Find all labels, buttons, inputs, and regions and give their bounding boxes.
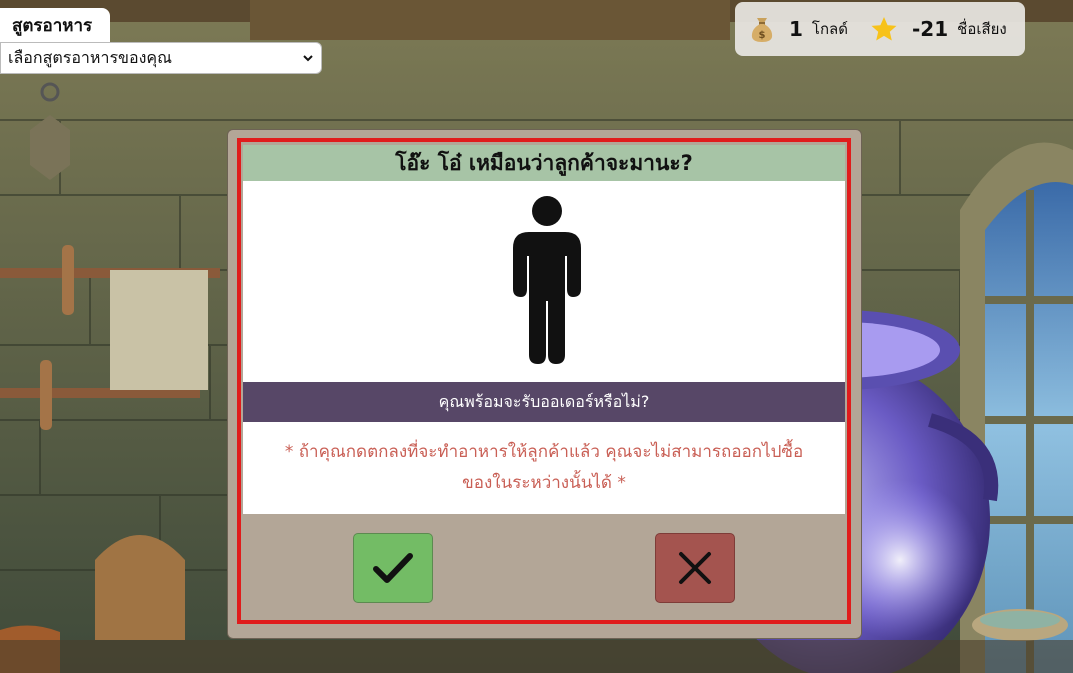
dialog-question: คุณพร้อมจะรับออเดอร์หรือไม่? xyxy=(243,382,845,422)
recipe-label: สูตรอาหาร xyxy=(0,8,110,42)
recipe-select[interactable]: เลือกสูตรอาหารของคุณ xyxy=(0,42,322,74)
warning-line-2: ของในระหว่างนั้นได้ * xyxy=(462,473,626,493)
accept-order-button[interactable] xyxy=(353,533,433,603)
x-icon xyxy=(679,552,711,584)
gold-unit: โกลด์ xyxy=(811,20,848,38)
recipe-select-value: เลือกสูตรอาหารของคุณ xyxy=(8,47,172,67)
money-bag-icon: $ xyxy=(751,18,773,42)
svg-text:$: $ xyxy=(759,30,766,41)
reputation-value: -21 xyxy=(912,17,949,41)
dialog-title: โอ๊ะ โอ๋ เหมือนว่าลูกค้าจะมานะ? xyxy=(243,145,845,181)
checkmark-icon xyxy=(373,553,413,583)
gold-value: 1 xyxy=(789,17,803,41)
chevron-down-icon xyxy=(303,55,313,62)
warning-line-1: * ถ้าคุณกดตกลงที่จะทำอาหารให้ลูกค้าแล้ว … xyxy=(284,442,804,462)
dialog-customer-area xyxy=(243,181,845,382)
person-icon xyxy=(513,196,581,364)
status-panel: $ 1 โกลด์ -21 ชื่อเสียง xyxy=(735,2,1025,56)
star-icon xyxy=(871,17,897,41)
decline-order-button[interactable] xyxy=(655,533,735,603)
reputation-unit: ชื่อเสียง xyxy=(957,20,1007,38)
dialog-warning: * ถ้าคุณกดตกลงที่จะทำอาหารให้ลูกค้าแล้ว … xyxy=(243,422,845,514)
game-scene: สูตรอาหาร เลือกสูตรอาหารของคุณ $ 1 โกลด์… xyxy=(0,0,1073,673)
